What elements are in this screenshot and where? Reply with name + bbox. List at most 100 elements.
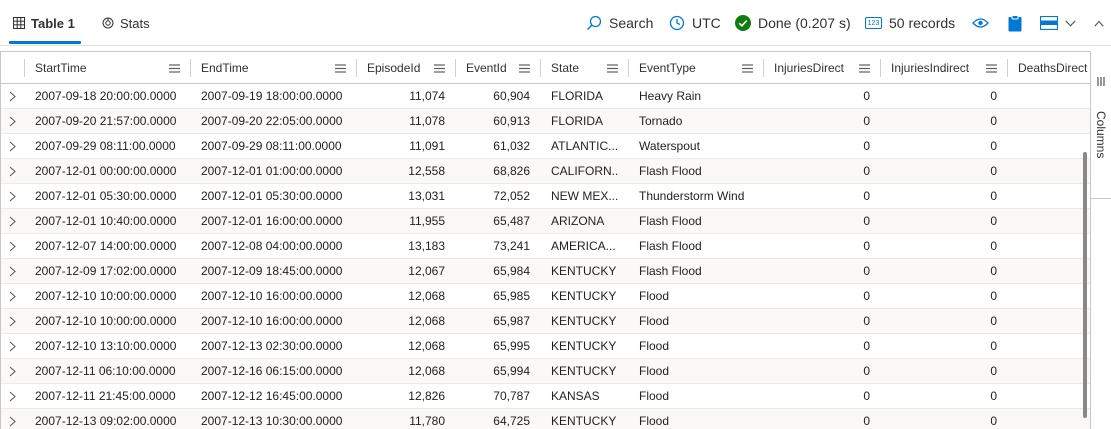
table-cell[interactable]: 60,913	[466, 109, 530, 134]
table-cell[interactable]: 13,183	[367, 234, 445, 259]
table-cell[interactable]: 2007-12-01 05:30:00.0000	[35, 184, 180, 209]
table-row[interactable]: 2007-12-09 17:02:00.0000 2007-12-09 18:45…	[1, 259, 1090, 284]
table-cell[interactable]: 2007-12-10 13:10:00.0000	[35, 334, 180, 359]
table-cell[interactable]: 0	[774, 384, 870, 409]
table-cell[interactable]: Thunderstorm Wind	[639, 184, 753, 209]
table-row[interactable]: 2007-12-13 09:02:00.0000 2007-12-13 10:30…	[1, 409, 1090, 429]
table-row[interactable]: 2007-12-11 06:10:00.0000 2007-12-16 06:15…	[1, 359, 1090, 384]
column-header[interactable]: EndTime	[191, 52, 356, 84]
column-divider[interactable]	[880, 59, 881, 77]
table-cell[interactable]: 0	[891, 109, 997, 134]
table-cell[interactable]: KENTUCKY	[551, 284, 618, 309]
table-cell[interactable]: KANSAS	[551, 384, 618, 409]
table-cell[interactable]: Flood	[639, 334, 753, 359]
column-header[interactable]: InjuriesDirect	[764, 52, 880, 84]
table-cell[interactable]: 2007-09-20 21:57:00.0000	[35, 109, 180, 134]
table-cell[interactable]: 11,091	[367, 134, 445, 159]
table-cell[interactable]: 0	[891, 259, 997, 284]
table-cell[interactable]: 65,985	[466, 284, 530, 309]
table-cell[interactable]: 0	[891, 384, 997, 409]
table-cell[interactable]: 2007-12-13 09:02:00.0000	[35, 409, 180, 429]
row-expand-chevron-icon[interactable]	[9, 184, 16, 209]
table-cell[interactable]: 68,826	[466, 159, 530, 184]
search-button[interactable]: Search	[586, 0, 653, 46]
table-cell[interactable]: 2007-12-11 21:45:00.0000	[35, 384, 180, 409]
table-cell[interactable]: 61,032	[466, 134, 530, 159]
timezone-button[interactable]: UTC	[669, 0, 721, 46]
table-cell[interactable]: Flood	[639, 384, 753, 409]
table-cell[interactable]: 2007-12-01 01:00:00.0000	[201, 159, 346, 184]
table-cell[interactable]: 11,780	[367, 409, 445, 429]
table-cell[interactable]: 0	[774, 359, 870, 384]
copy-button[interactable]	[1008, 0, 1022, 46]
table-row[interactable]: 2007-09-29 08:11:00.0000 2007-09-29 08:11…	[1, 134, 1090, 159]
table-cell[interactable]: 72,052	[466, 184, 530, 209]
table-cell[interactable]: 65,987	[466, 309, 530, 334]
row-expand-chevron-icon[interactable]	[9, 84, 16, 109]
table-cell[interactable]: 0	[891, 359, 997, 384]
table-row[interactable]: 2007-09-18 20:00:00.0000 2007-09-19 18:00…	[1, 84, 1090, 109]
table-cell[interactable]: 0	[774, 209, 870, 234]
table-cell[interactable]: 0	[774, 159, 870, 184]
table-cell[interactable]: 2007-12-10 10:00:00.0000	[35, 284, 180, 309]
row-expand-chevron-icon[interactable]	[9, 384, 16, 409]
collapse-panel-button[interactable]	[1094, 0, 1104, 46]
row-expand-chevron-icon[interactable]	[9, 259, 16, 284]
table-cell[interactable]: ATLANTIC...	[551, 134, 618, 159]
table-cell[interactable]: 0	[774, 84, 870, 109]
table-cell[interactable]: Flood	[639, 409, 753, 429]
column-menu-icon[interactable]	[986, 63, 997, 73]
table-cell[interactable]: KENTUCKY	[551, 309, 618, 334]
table-cell[interactable]: 0	[891, 409, 997, 429]
column-divider[interactable]	[1007, 59, 1008, 77]
table-cell[interactable]: 0	[891, 284, 997, 309]
table-cell[interactable]: Flash Flood	[639, 209, 753, 234]
vertical-scrollbar[interactable]	[1083, 152, 1087, 418]
table-cell[interactable]: 0	[891, 159, 997, 184]
table-row[interactable]: 2007-12-01 10:40:00.0000 2007-12-01 16:00…	[1, 209, 1090, 234]
table-cell[interactable]: 0	[774, 259, 870, 284]
table-row[interactable]: 2007-12-10 13:10:00.0000 2007-12-13 02:30…	[1, 334, 1090, 359]
table-cell[interactable]: 60,904	[466, 84, 530, 109]
table-cell[interactable]: 0	[891, 184, 997, 209]
column-divider[interactable]	[455, 59, 456, 77]
row-expand-chevron-icon[interactable]	[9, 409, 16, 429]
table-cell[interactable]: KENTUCKY	[551, 259, 618, 284]
table-cell[interactable]: 12,826	[367, 384, 445, 409]
table-row[interactable]: 2007-12-07 14:00:00.0000 2007-12-08 04:00…	[1, 234, 1090, 259]
table-cell[interactable]: 11,955	[367, 209, 445, 234]
table-cell[interactable]: 2007-09-19 18:00:00.0000	[201, 84, 346, 109]
table-cell[interactable]: 2007-12-13 10:30:00.0000	[201, 409, 346, 429]
column-divider[interactable]	[190, 59, 191, 77]
column-header[interactable]: State	[541, 52, 628, 84]
row-expand-chevron-icon[interactable]	[9, 159, 16, 184]
column-header[interactable]: DeathsDirect	[1008, 52, 1090, 84]
table-cell[interactable]: KENTUCKY	[551, 359, 618, 384]
table-cell[interactable]: 2007-12-01 16:00:00.0000	[201, 209, 346, 234]
tab-table-1[interactable]: Table 1	[13, 0, 75, 46]
column-divider[interactable]	[628, 59, 629, 77]
row-expand-chevron-icon[interactable]	[9, 234, 16, 259]
table-cell[interactable]: 11,074	[367, 84, 445, 109]
table-cell[interactable]: Tornado	[639, 109, 753, 134]
table-cell[interactable]: 0	[891, 84, 997, 109]
table-cell[interactable]: 0	[774, 409, 870, 429]
table-cell[interactable]: 2007-12-11 06:10:00.0000	[35, 359, 180, 384]
row-expand-chevron-icon[interactable]	[9, 209, 16, 234]
table-cell[interactable]: 2007-12-01 10:40:00.0000	[35, 209, 180, 234]
table-cell[interactable]: 12,068	[367, 359, 445, 384]
table-cell[interactable]: 2007-09-29 08:11:00.0000	[35, 134, 180, 159]
table-cell[interactable]: 2007-09-18 20:00:00.0000	[35, 84, 180, 109]
table-cell[interactable]: 2007-12-10 16:00:00.0000	[201, 284, 346, 309]
table-cell[interactable]: NEW MEX...	[551, 184, 618, 209]
table-cell[interactable]: 0	[774, 334, 870, 359]
table-cell[interactable]: 65,995	[466, 334, 530, 359]
column-menu-icon[interactable]	[169, 63, 180, 73]
table-row[interactable]: 2007-12-01 00:00:00.0000 2007-12-01 01:00…	[1, 159, 1090, 184]
row-expand-chevron-icon[interactable]	[9, 284, 16, 309]
table-cell[interactable]: 0	[774, 284, 870, 309]
column-menu-icon[interactable]	[742, 63, 753, 73]
table-cell[interactable]: 12,067	[367, 259, 445, 284]
row-expand-chevron-icon[interactable]	[9, 309, 16, 334]
view-toggle-button[interactable]	[972, 0, 989, 46]
